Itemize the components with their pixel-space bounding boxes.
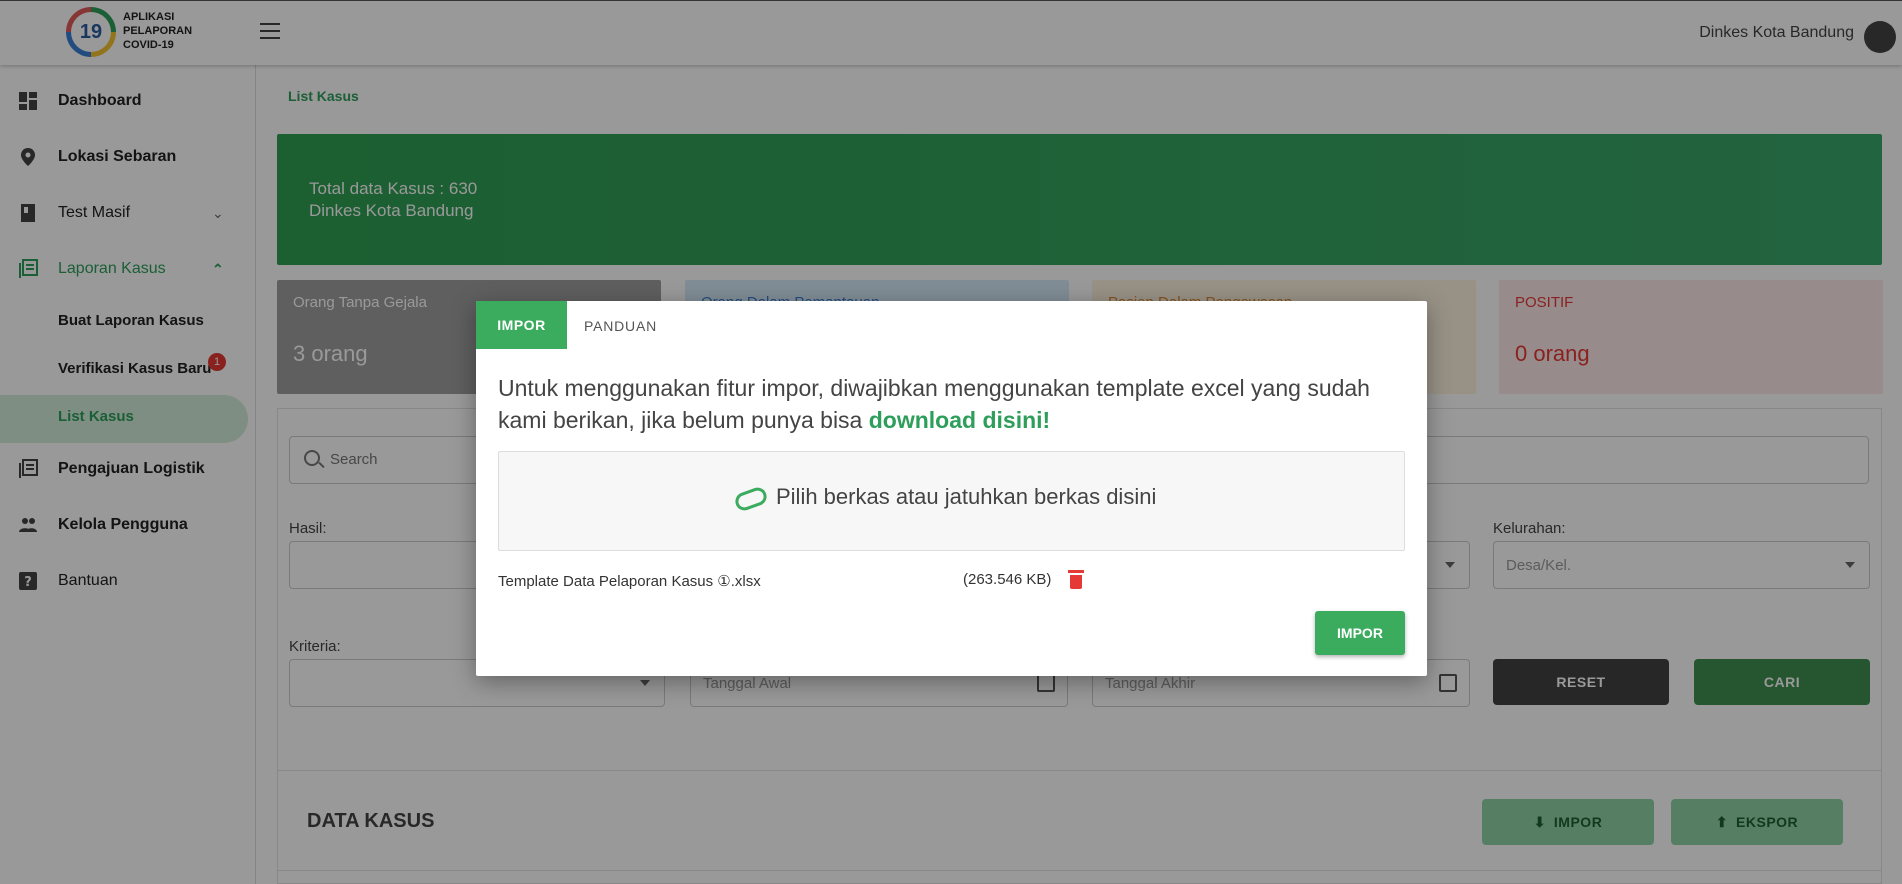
selected-file-name: Template Data Pelaporan Kasus ①.xlsx — [498, 573, 761, 590]
paperclip-icon — [732, 485, 770, 513]
download-template-link[interactable]: download disini! — [869, 407, 1050, 433]
file-dropzone[interactable]: Pilih berkas atau jatuhkan berkas disini — [498, 451, 1405, 551]
tab-panduan[interactable]: PANDUAN — [584, 318, 657, 334]
import-instructions: Untuk menggunakan fitur impor, diwajibka… — [498, 375, 1370, 433]
selected-file-size: (263.546 KB) — [963, 571, 1052, 588]
tab-impor[interactable]: IMPOR — [476, 301, 567, 349]
modal-impor-button[interactable]: IMPOR — [1315, 611, 1405, 655]
trash-icon[interactable] — [1068, 570, 1084, 589]
import-modal: IMPOR PANDUAN Untuk menggunakan fitur im… — [476, 301, 1427, 676]
